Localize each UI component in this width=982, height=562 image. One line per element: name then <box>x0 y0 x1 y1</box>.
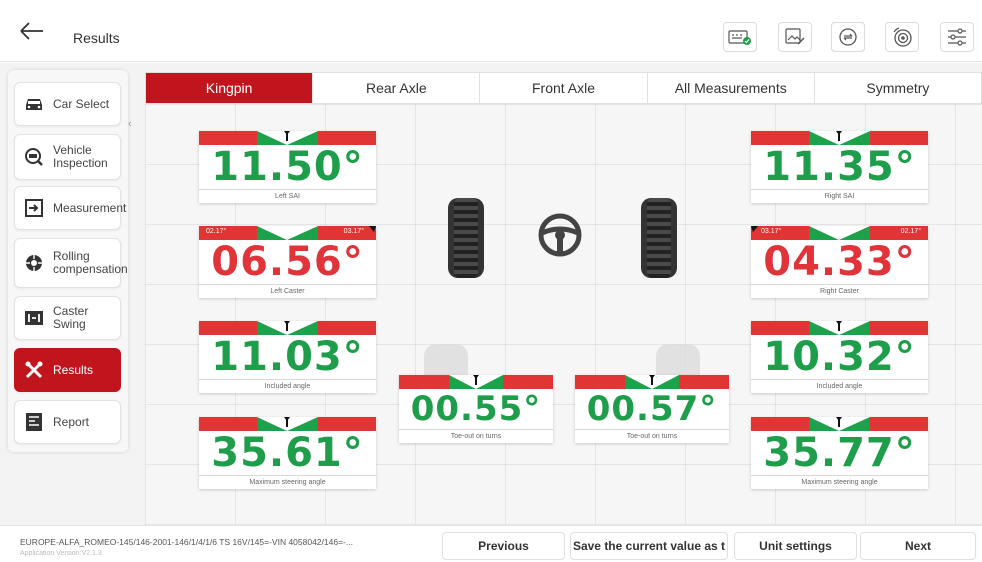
rolling-wheel-icon <box>23 252 45 274</box>
left-caster-tol-max: 03.17° <box>343 228 364 235</box>
vehicle-info: EUROPE-ALFA_ROMEO-145/146-2001-146/1/4/1… <box>20 537 353 547</box>
right-caster-tol-min: 03.17° <box>761 228 782 235</box>
sidebar-item-results[interactable]: Results <box>14 348 121 392</box>
tab-symmetry[interactable]: Symmetry <box>815 73 981 103</box>
page-title: Results <box>73 30 120 46</box>
measurement-icon <box>23 197 45 219</box>
right-max-steering-gauge: 35.77° Maximum steering angle <box>751 417 928 489</box>
left-caster-value: 06.56° <box>211 239 364 285</box>
left-toe-out-on-turns-value: 00.55° <box>410 389 542 429</box>
right-caster-value: 04.33° <box>763 239 916 285</box>
bottom-bar: EUROPE-ALFA_ROMEO-145/146-2001-146/1/4/1… <box>0 525 982 562</box>
sidebar-item-report[interactable]: Report <box>14 400 121 444</box>
left-max-steering-gauge: 35.61° Maximum steering angle <box>199 417 376 489</box>
tab-kingpin[interactable]: Kingpin <box>146 73 314 103</box>
right-sai-gauge: 11.35° Right SAI <box>751 131 928 203</box>
unit-settings-button[interactable]: Unit settings <box>734 532 857 560</box>
left-sai-label: Left SAI <box>199 189 376 203</box>
left-toe-out-on-turns-label: Toe-out on turns <box>399 429 553 443</box>
left-sai-gauge: 11.50° Left SAI <box>199 131 376 203</box>
front-right-tire <box>641 198 677 278</box>
right-caster-label: Right Caster <box>751 284 928 298</box>
front-left-tire <box>448 198 484 278</box>
right-max-steering-label: Maximum steering angle <box>751 475 928 489</box>
sidebar-item-car-select[interactable]: Car Select <box>14 82 121 126</box>
left-max-steering-label: Maximum steering angle <box>199 475 376 489</box>
left-max-steering-value: 35.61° <box>211 430 364 476</box>
keyboard-check-icon[interactable] <box>723 22 757 52</box>
right-included-angle-value: 10.32° <box>763 334 916 380</box>
tab-all-measurements[interactable]: All Measurements <box>648 73 815 103</box>
tab-front-axle[interactable]: Front Axle <box>480 73 648 103</box>
left-caster-tol-min: 02.17° <box>206 228 227 235</box>
left-included-angle-value: 11.03° <box>211 334 364 380</box>
result-tabs: Kingpin Rear Axle Front Axle All Measure… <box>145 72 982 104</box>
tools-icon <box>23 359 45 381</box>
app-version: Application Version:V2.1.3 <box>20 550 102 557</box>
right-included-angle-label: Included angle <box>751 379 928 393</box>
caster-swing-icon <box>23 307 45 329</box>
sync-steering-icon[interactable] <box>831 22 865 52</box>
right-sai-value: 11.35° <box>763 144 916 190</box>
back-arrow-icon[interactable] <box>18 20 46 42</box>
top-bar: Results <box>0 0 982 62</box>
right-caster-tol-max: 02.17° <box>900 228 921 235</box>
sidebar-item-vehicle-inspection[interactable]: Vehicle Inspection <box>14 134 121 180</box>
right-toe-out-on-turns-gauge: 00.57° Toe-out on turns <box>575 375 729 443</box>
workflow-sidebar: Car Select Vehicle Inspection Measuremen… <box>8 70 128 452</box>
right-toe-out-on-turns-label: Toe-out on turns <box>575 429 729 443</box>
left-included-angle-label: Included angle <box>199 379 376 393</box>
tab-rear-axle[interactable]: Rear Axle <box>313 73 481 103</box>
sidebar-item-measurement[interactable]: Measurement <box>14 186 126 230</box>
left-caster-label: Left Caster <box>199 284 376 298</box>
edit-image-icon[interactable] <box>778 22 812 52</box>
sidebar-item-caster-swing[interactable]: Caster Swing <box>14 296 121 340</box>
report-icon <box>23 411 45 433</box>
right-included-angle-gauge: 10.32° Included angle <box>751 321 928 393</box>
collapse-sidebar-icon[interactable]: ‹ <box>128 118 132 130</box>
previous-button[interactable]: Previous <box>442 532 565 560</box>
inspection-icon <box>23 146 45 168</box>
left-caster-gauge: 02.17° 03.17° 06.56° Left Caster <box>199 226 376 298</box>
right-sai-label: Right SAI <box>751 189 928 203</box>
wheel-target-icon[interactable] <box>885 22 919 52</box>
left-toe-out-on-turns-gauge: 00.55° Toe-out on turns <box>399 375 553 443</box>
settings-sliders-icon[interactable] <box>940 22 974 52</box>
right-caster-gauge: 03.17° 02.17° 04.33° Right Caster <box>751 226 928 298</box>
next-button[interactable]: Next <box>860 532 976 560</box>
steering-wheel-icon <box>538 213 582 257</box>
save-current-value-button[interactable]: Save the current value as t <box>570 532 728 560</box>
sidebar-item-rolling-compensation[interactable]: Rolling compensation <box>14 238 128 288</box>
left-included-angle-gauge: 11.03° Included angle <box>199 321 376 393</box>
left-sai-value: 11.50° <box>211 144 364 190</box>
right-max-steering-value: 35.77° <box>763 430 916 476</box>
car-icon <box>23 93 45 115</box>
right-toe-out-on-turns-value: 00.57° <box>586 389 718 429</box>
